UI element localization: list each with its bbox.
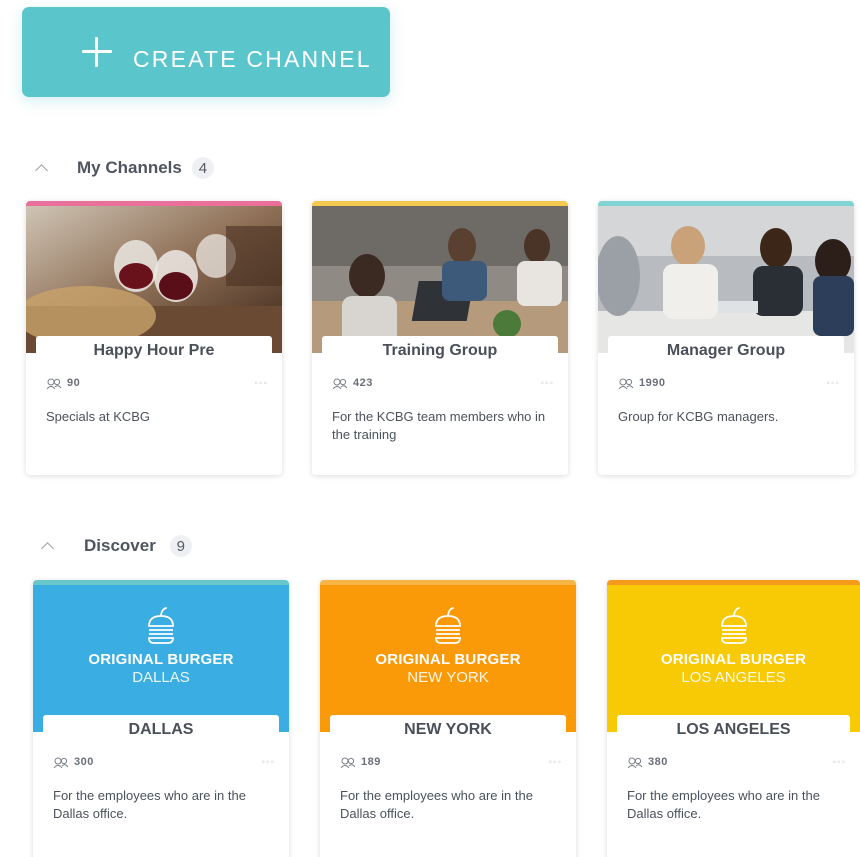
burger-logo-icon bbox=[435, 607, 461, 644]
brand-banner: ORIGINAL BURGER NEW YORK bbox=[320, 585, 576, 732]
burger-logo-icon bbox=[148, 607, 174, 644]
discover-card[interactable]: ORIGINAL BURGER DALLAS DALLAS 300 ◦◦◦ Fo… bbox=[33, 580, 289, 857]
channel-image bbox=[312, 206, 568, 353]
brand-name: ORIGINAL BURGER bbox=[375, 651, 521, 668]
channel-name: Training Group bbox=[322, 336, 558, 366]
more-options-icon[interactable]: ◦◦◦ bbox=[548, 757, 562, 768]
discover-card[interactable]: ORIGINAL BURGER NEW YORK NEW YORK 189 ◦◦… bbox=[320, 580, 576, 857]
channel-description: Group for KCBG managers. bbox=[618, 409, 779, 424]
channel-name: Happy Hour Pre bbox=[36, 336, 272, 366]
channel-name: DALLAS bbox=[43, 715, 279, 745]
discover-card[interactable]: ORIGINAL BURGER LOS ANGELES LOS ANGELES … bbox=[607, 580, 860, 857]
channel-name: LOS ANGELES bbox=[617, 715, 850, 745]
section-title: Discover bbox=[84, 536, 156, 555]
channel-description: Specials at KCBG bbox=[46, 409, 151, 424]
brand-city: DALLAS bbox=[132, 669, 190, 686]
channel-name: Manager Group bbox=[608, 336, 844, 366]
member-count: 300 bbox=[74, 756, 94, 768]
section-count-badge: 9 bbox=[169, 535, 192, 557]
create-channel-button[interactable]: CREATE CHANNEL bbox=[22, 7, 390, 97]
channel-description: For the KCBG team members who in the tra… bbox=[332, 409, 546, 442]
my-channels-header[interactable]: My Channels 4 bbox=[34, 157, 214, 179]
chevron-up-icon[interactable] bbox=[34, 161, 48, 175]
members-icon bbox=[46, 377, 64, 390]
more-options-icon[interactable]: ◦◦◦ bbox=[826, 378, 840, 389]
members-icon bbox=[53, 756, 71, 769]
more-options-icon[interactable]: ◦◦◦ bbox=[254, 378, 268, 389]
channel-description: For the employees who are in the Dallas … bbox=[627, 788, 820, 821]
members-icon bbox=[332, 377, 350, 390]
chevron-up-icon[interactable] bbox=[40, 539, 54, 553]
member-count: 90 bbox=[67, 377, 81, 389]
brand-banner: ORIGINAL BURGER LOS ANGELES bbox=[607, 585, 860, 732]
member-count: 189 bbox=[361, 756, 381, 768]
member-count: 1990 bbox=[639, 377, 666, 389]
channel-name: NEW YORK bbox=[330, 715, 566, 745]
discover-header[interactable]: Discover 9 bbox=[40, 535, 192, 557]
more-options-icon[interactable]: ◦◦◦ bbox=[261, 757, 275, 768]
channel-image bbox=[26, 206, 282, 353]
channel-description: For the employees who are in the Dallas … bbox=[53, 788, 246, 821]
brand-name: ORIGINAL BURGER bbox=[88, 651, 234, 668]
burger-logo-icon bbox=[720, 607, 747, 644]
create-channel-label: CREATE CHANNEL bbox=[133, 46, 372, 72]
members-icon bbox=[340, 756, 358, 769]
channel-description: For the employees who are in the Dallas … bbox=[340, 788, 533, 821]
members-icon bbox=[618, 377, 636, 390]
brand-city: LOS ANGELES bbox=[681, 669, 786, 686]
brand-city: NEW YORK bbox=[407, 669, 489, 686]
channel-card[interactable]: Happy Hour Pre 90 ◦◦◦ Specials at KCBG bbox=[26, 201, 282, 475]
channel-card[interactable]: Manager Group 1990 ◦◦◦ Group for KCBG ma… bbox=[598, 201, 854, 475]
brand-name: ORIGINAL BURGER bbox=[660, 651, 807, 668]
more-options-icon[interactable]: ◦◦◦ bbox=[832, 757, 846, 768]
section-title: My Channels bbox=[77, 158, 182, 177]
member-count: 380 bbox=[648, 756, 668, 768]
brand-banner: ORIGINAL BURGER DALLAS bbox=[33, 585, 289, 732]
channel-image bbox=[598, 206, 854, 353]
channel-card[interactable]: Training Group 423 ◦◦◦ For the KCBG team… bbox=[312, 201, 568, 475]
more-options-icon[interactable]: ◦◦◦ bbox=[540, 378, 554, 389]
plus-icon bbox=[82, 37, 112, 67]
members-icon bbox=[627, 756, 645, 769]
section-count-badge: 4 bbox=[191, 157, 214, 179]
member-count: 423 bbox=[353, 377, 373, 389]
